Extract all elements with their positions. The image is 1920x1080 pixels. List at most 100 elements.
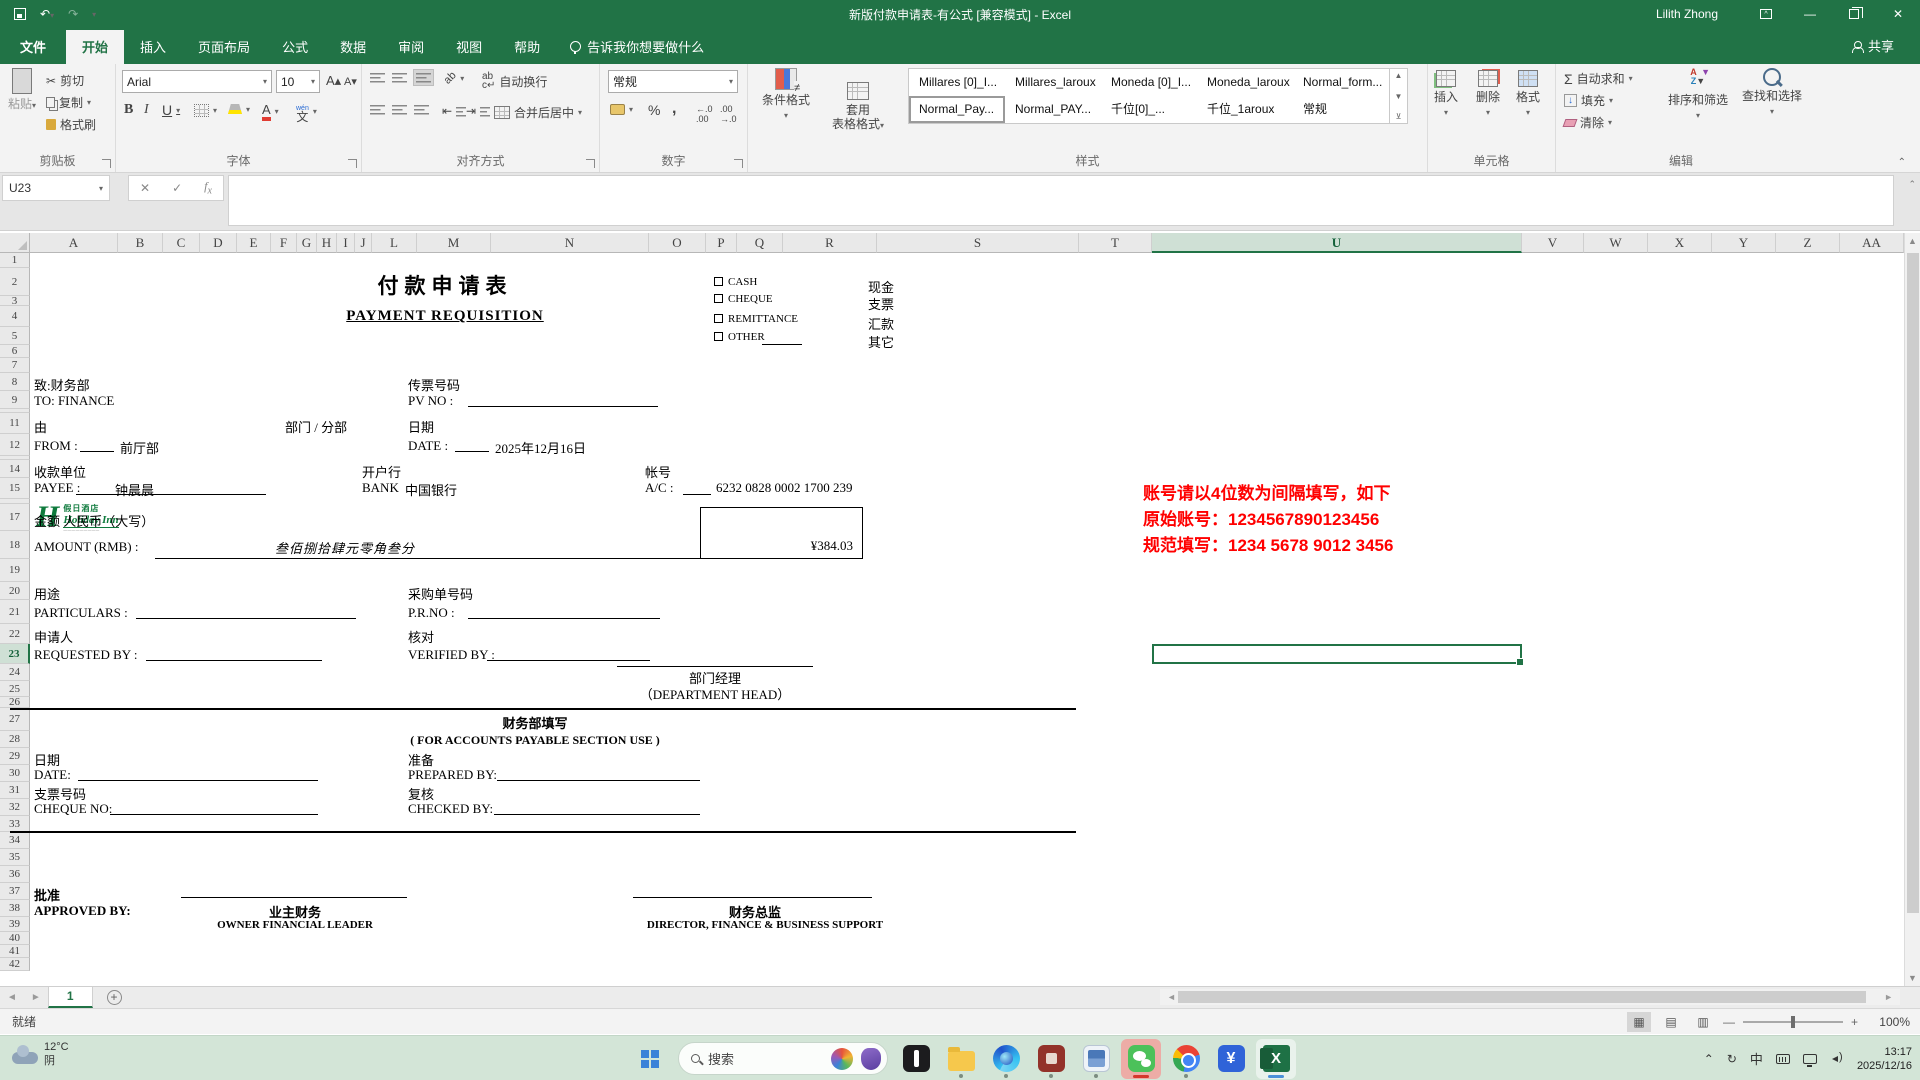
format-as-table-button[interactable]: 套用 表格格式▾ <box>832 68 884 133</box>
style-item[interactable]: Normal_form... <box>1295 71 1387 94</box>
borders-button[interactable]: ▾ <box>194 104 217 117</box>
row-header-2[interactable]: 2 <box>0 268 30 296</box>
style-item[interactable]: Millares [0]_I... <box>911 71 1003 94</box>
row-header-4[interactable]: 4 <box>0 306 30 327</box>
row-header-21[interactable]: 21 <box>0 600 30 624</box>
qat-customize-icon[interactable]: ▾ <box>92 10 96 19</box>
tray-clock[interactable]: 13:172025/12/16 <box>1857 1045 1912 1073</box>
insert-cells-button[interactable]: 插入▾ <box>1434 70 1458 120</box>
column-header-A[interactable]: A <box>30 233 118 253</box>
row-header-8[interactable]: 8 <box>0 373 30 391</box>
column-header-W[interactable]: W <box>1584 233 1648 253</box>
app-dark[interactable] <box>896 1039 936 1079</box>
finance-yen-app[interactable]: ¥ <box>1211 1039 1251 1079</box>
clear-button[interactable]: 清除 ▾ <box>1564 114 1612 131</box>
column-header-P[interactable]: P <box>706 233 737 253</box>
decrease-indent-button[interactable]: ⇤ <box>442 104 466 118</box>
edge-browser[interactable] <box>986 1039 1026 1079</box>
grow-font-button[interactable]: A▴ <box>326 73 341 89</box>
row-header-14[interactable]: 14 <box>0 460 30 478</box>
formula-enter-icon[interactable]: ✓ <box>172 181 182 195</box>
fill-button[interactable]: ↓ 填充 ▾ <box>1564 92 1613 109</box>
column-header-T[interactable]: T <box>1079 233 1152 253</box>
column-header-Z[interactable]: Z <box>1776 233 1840 253</box>
row-header-18[interactable]: 18 <box>0 531 30 559</box>
italic-button[interactable]: I <box>144 102 149 118</box>
style-item[interactable]: 常规 <box>1295 98 1387 121</box>
column-header-J[interactable]: J <box>355 233 372 253</box>
font-family-select[interactable]: Arial▾ <box>122 70 272 93</box>
autosum-button[interactable]: Σ 自动求和 ▾ <box>1564 70 1633 87</box>
checkbox-cash[interactable] <box>714 277 723 286</box>
align-left-button[interactable] <box>370 104 385 115</box>
row-header-19[interactable]: 19 <box>0 559 30 582</box>
row-header-11[interactable]: 11 <box>0 413 30 434</box>
redo-button[interactable]: ↷ <box>68 7 78 21</box>
minimize-button[interactable]: — <box>1788 0 1832 28</box>
row-header-15[interactable]: 15 <box>0 478 30 499</box>
row-header-38[interactable]: 38 <box>0 900 30 917</box>
conditional-formatting-button[interactable]: ≠ 条件格式▾ <box>762 68 810 123</box>
align-center-button[interactable] <box>392 104 407 115</box>
select-all-corner[interactable] <box>0 233 30 253</box>
align-top-button[interactable] <box>370 72 385 83</box>
start-button[interactable] <box>630 1039 670 1079</box>
volume-icon[interactable] <box>1830 1053 1844 1065</box>
ribbon-display-options-button[interactable]: ^ <box>1744 0 1788 28</box>
zoom-level[interactable]: 100% <box>1866 1015 1910 1029</box>
row-header-22[interactable]: 22 <box>0 624 30 644</box>
tab-页面布局[interactable]: 页面布局 <box>182 30 266 64</box>
tab-开始[interactable]: 开始 <box>66 30 124 64</box>
column-header-V[interactable]: V <box>1522 233 1584 253</box>
row-header-24[interactable]: 24 <box>0 664 30 681</box>
name-box[interactable]: U23▾ <box>2 175 110 201</box>
calculator-app[interactable] <box>1076 1039 1116 1079</box>
zoom-in-button[interactable]: + <box>1851 1015 1858 1029</box>
row-header-42[interactable]: 42 <box>0 958 30 971</box>
style-item[interactable]: 千位[0]_... <box>1103 98 1195 121</box>
checkbox-remittance[interactable] <box>714 314 723 323</box>
checkbox-other[interactable] <box>714 332 723 341</box>
column-header-AA[interactable]: AA <box>1840 233 1904 253</box>
align-bottom-button[interactable] <box>414 70 433 85</box>
tab-视图[interactable]: 视图 <box>440 30 498 64</box>
column-header-X[interactable]: X <box>1648 233 1712 253</box>
align-right-button[interactable] <box>414 104 429 115</box>
decrease-decimal-button[interactable]: .00→.0 <box>720 104 737 124</box>
tab-公式[interactable]: 公式 <box>266 30 324 64</box>
column-header-S[interactable]: S <box>877 233 1079 253</box>
insert-function-icon[interactable]: fx <box>204 179 212 196</box>
row-header-12[interactable]: 12 <box>0 434 30 456</box>
undo-button[interactable]: ↶▾ <box>40 7 54 21</box>
row-header-23[interactable]: 23 <box>0 644 30 664</box>
copy-button[interactable]: 复制 ▾ <box>46 94 91 111</box>
page-break-view-button[interactable]: ▥ <box>1691 1012 1715 1032</box>
alignment-dialog-launcher[interactable] <box>586 159 595 168</box>
zoom-slider[interactable] <box>1743 1021 1843 1023</box>
excel[interactable]: X <box>1256 1039 1296 1079</box>
formula-cancel-icon[interactable]: ✕ <box>140 181 150 195</box>
row-header-3[interactable]: 3 <box>0 296 30 306</box>
checkbox-cheque[interactable] <box>714 294 723 303</box>
row-header-28[interactable]: 28 <box>0 731 30 748</box>
column-header-E[interactable]: E <box>237 233 271 253</box>
row-header-31[interactable]: 31 <box>0 782 30 799</box>
sort-filter-button[interactable]: A▼Z▼ 排序和筛选▾ <box>1668 68 1728 123</box>
row-header-35[interactable]: 35 <box>0 849 30 866</box>
taskbar-search[interactable]: 搜索 <box>678 1042 888 1075</box>
row-header-29[interactable]: 29 <box>0 748 30 765</box>
format-painter-button[interactable]: 格式刷 <box>46 116 96 133</box>
column-header-M[interactable]: M <box>417 233 491 253</box>
comma-style-button[interactable]: , <box>672 100 676 118</box>
cut-button[interactable]: ✂ 剪切 <box>46 72 84 89</box>
shrink-font-button[interactable]: A▾ <box>344 75 357 88</box>
row-header-1[interactable]: 1 <box>0 253 30 268</box>
style-item[interactable]: Millares_laroux <box>1007 71 1099 94</box>
chrome-browser[interactable] <box>1166 1039 1206 1079</box>
account-user[interactable]: Lilith Zhong <box>1656 7 1718 21</box>
increase-decimal-button[interactable]: ←.0.00 <box>696 104 713 124</box>
find-select-button[interactable]: 查找和选择▾ <box>1742 68 1802 119</box>
row-header-6[interactable]: 6 <box>0 345 30 358</box>
column-header-R[interactable]: R <box>783 233 877 253</box>
row-header-20[interactable]: 20 <box>0 582 30 600</box>
